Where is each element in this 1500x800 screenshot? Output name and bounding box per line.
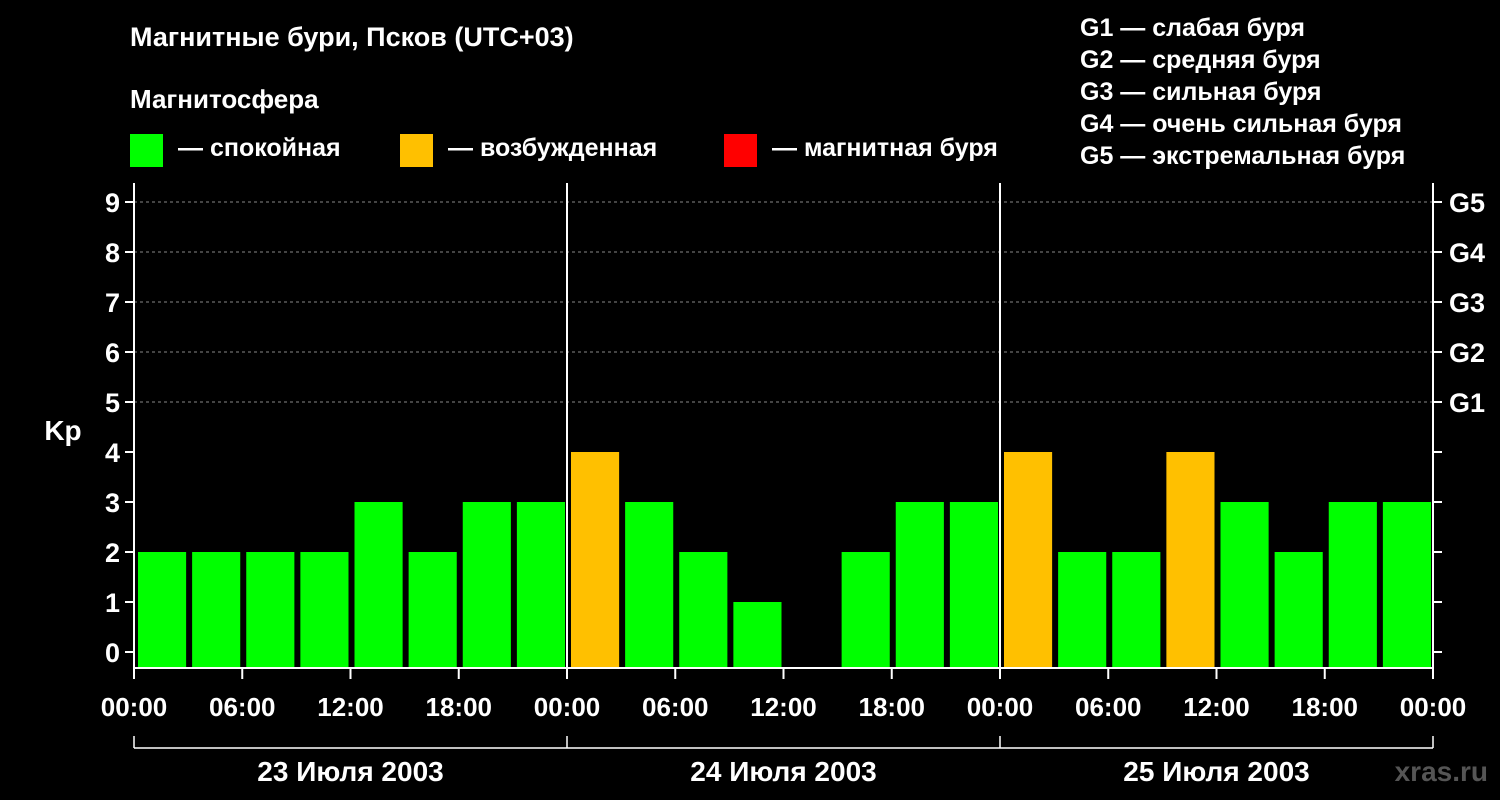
kp-bar-11 <box>733 602 782 668</box>
y-tick-label-6: 6 <box>105 338 120 368</box>
x-tick-label-11: 18:00 <box>1292 692 1359 722</box>
kp-bar-5 <box>408 552 457 668</box>
kp-bar-15 <box>949 502 998 668</box>
kp-bar-19 <box>1166 452 1215 668</box>
x-tick-label-9: 06:00 <box>1075 692 1142 722</box>
kp-bar-16 <box>1004 452 1053 668</box>
day-label-1: 24 Июля 2003 <box>690 756 876 787</box>
watermark: xras.ru <box>1394 756 1488 787</box>
kp-bar-22 <box>1328 502 1377 668</box>
kp-bar-0 <box>138 552 187 668</box>
y-tick-label-1: 1 <box>105 588 120 618</box>
kp-bar-14 <box>895 502 944 668</box>
y-axis-label: Kp <box>44 415 81 446</box>
kp-bar-1 <box>192 552 241 668</box>
kp-bar-6 <box>462 502 511 668</box>
x-tick-label-0: 00:00 <box>101 692 168 722</box>
kp-bar-20 <box>1220 502 1269 668</box>
x-tick-label-4: 00:00 <box>534 692 601 722</box>
kp-bar-8 <box>571 452 620 668</box>
x-tick-label-3: 18:00 <box>426 692 493 722</box>
y-tick-label-8: 8 <box>105 238 120 268</box>
kp-bar-21 <box>1274 552 1323 668</box>
kp-bar-7 <box>516 502 565 668</box>
y-tick-label-2: 2 <box>105 538 120 568</box>
kp-bar-13 <box>841 552 890 668</box>
day-label-0: 23 Июля 2003 <box>257 756 443 787</box>
right-tick-label-G4: G4 <box>1449 238 1485 268</box>
kp-bar-18 <box>1112 552 1161 668</box>
y-tick-label-0: 0 <box>105 638 120 668</box>
kp-chart: 0 1 2 3 4 5 6 7 8 9 G1 G2 G3 G4 G5 Kp 00:00 06:00 12:00 18:… <box>44 183 1485 787</box>
y-tick-label-9: 9 <box>105 188 120 218</box>
kp-bar-3 <box>300 552 349 668</box>
right-tick-label-G2: G2 <box>1449 338 1485 368</box>
x-tick-label-2: 12:00 <box>317 692 384 722</box>
right-tick-label-G3: G3 <box>1449 288 1485 318</box>
x-tick-label-6: 12:00 <box>750 692 817 722</box>
y-tick-label-7: 7 <box>105 288 120 318</box>
kp-bar-17 <box>1058 552 1107 668</box>
x-tick-label-12: 00:00 <box>1400 692 1467 722</box>
x-tick-label-5: 06:00 <box>642 692 709 722</box>
kp-bar-9 <box>625 502 674 668</box>
right-tick-label-G1: G1 <box>1449 388 1485 418</box>
y-tick-label-5: 5 <box>105 388 120 418</box>
kp-bar-23 <box>1382 502 1431 668</box>
y-tick-label-4: 4 <box>105 438 120 468</box>
right-tick-label-G5: G5 <box>1449 188 1485 218</box>
x-tick-label-7: 18:00 <box>859 692 926 722</box>
kp-bar-2 <box>246 552 295 668</box>
x-tick-label-1: 06:00 <box>209 692 276 722</box>
kp-bar-4 <box>354 502 403 668</box>
x-tick-label-10: 12:00 <box>1183 692 1250 722</box>
day-label-2: 25 Июля 2003 <box>1123 756 1309 787</box>
y-tick-label-3: 3 <box>105 488 120 518</box>
kp-bar-10 <box>679 552 728 668</box>
x-tick-label-8: 00:00 <box>967 692 1034 722</box>
